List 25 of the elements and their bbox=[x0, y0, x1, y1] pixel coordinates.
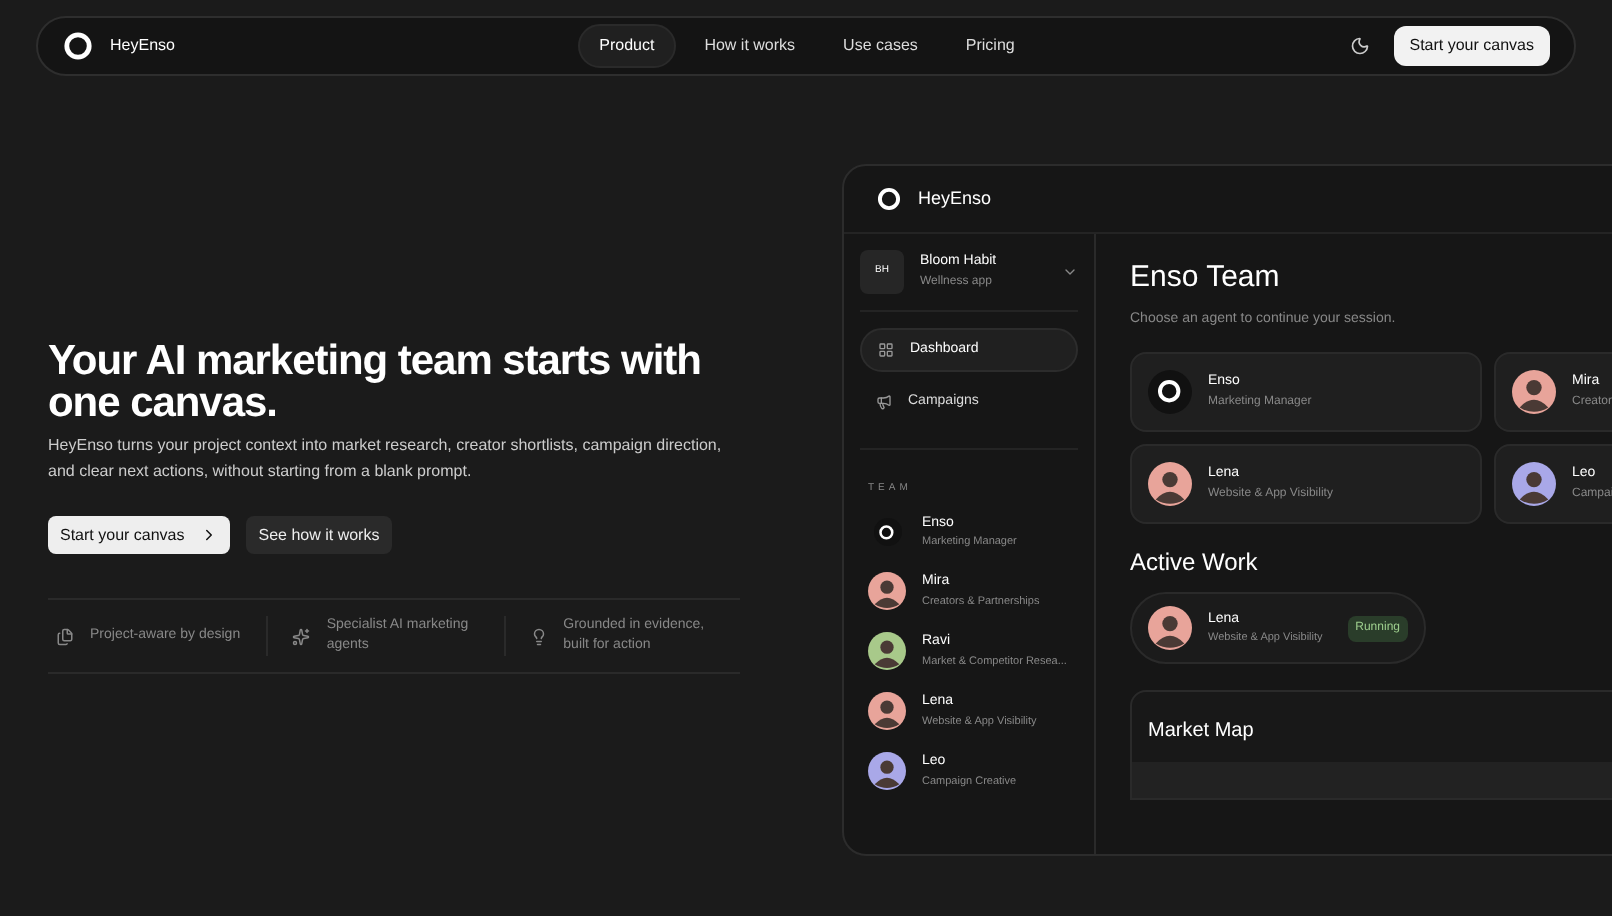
nav-link[interactable]: Product bbox=[577, 24, 677, 68]
grid-icon bbox=[878, 342, 894, 358]
hero-description: HeyEnso turns your project context into market research, creator shortlists, campaign direction, and clear next actions, without starting from a blank prompt. bbox=[48, 434, 724, 484]
ring-logo-icon bbox=[1156, 378, 1184, 406]
start-canvas-button[interactable]: Start your canvas bbox=[1393, 26, 1550, 66]
start-canvas-button[interactable]: Start your canvas bbox=[48, 516, 231, 554]
dark-mode-toggle-icon[interactable] bbox=[1349, 36, 1370, 56]
nav-link[interactable]: How it works bbox=[684, 26, 816, 66]
brand-name: HeyEnso bbox=[110, 34, 175, 58]
ring-logo-icon bbox=[876, 186, 902, 212]
section-title: Active Work bbox=[1130, 546, 1260, 580]
section-title: Enso Team bbox=[1130, 258, 1282, 298]
hero-title: Your AI marketing team starts with one canvas. bbox=[48, 340, 703, 424]
app-brand-name: HeyEnso bbox=[918, 185, 992, 212]
card-title: Market Map bbox=[1146, 718, 1256, 746]
sparkle-icon bbox=[292, 627, 311, 645]
ring-logo-icon bbox=[62, 30, 94, 62]
nav-link[interactable]: Use cases bbox=[823, 26, 938, 66]
chevron-down-icon bbox=[1062, 264, 1078, 280]
megaphone-icon bbox=[876, 394, 892, 410]
ring-logo-icon bbox=[878, 523, 896, 541]
nav-link[interactable]: Pricing bbox=[945, 26, 1035, 66]
file-icon bbox=[56, 627, 74, 645]
bulb-icon bbox=[529, 627, 548, 645]
see-how-button[interactable]: See how it works bbox=[246, 516, 392, 554]
